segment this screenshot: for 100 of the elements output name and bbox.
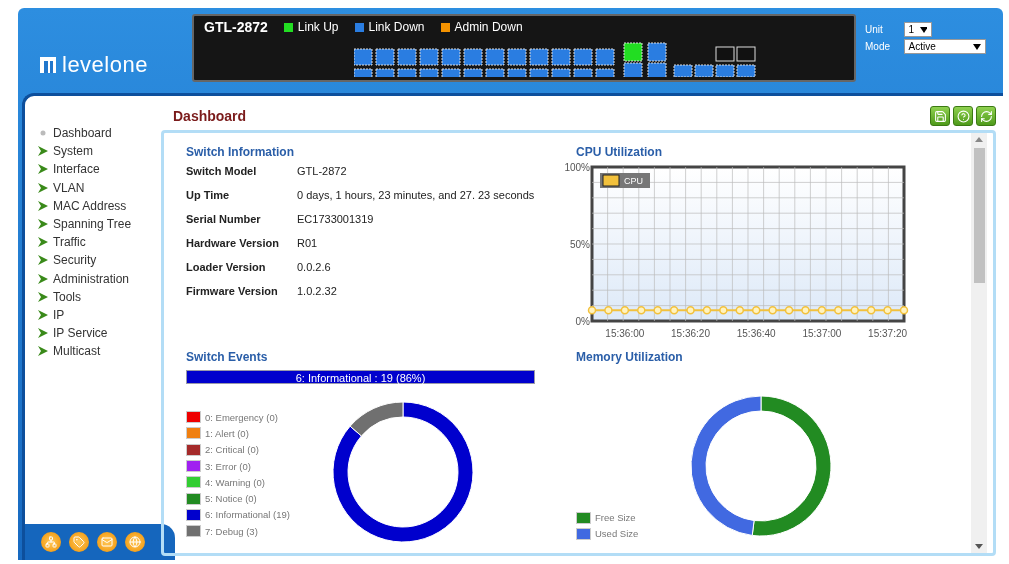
field-label: Hardware Version	[186, 237, 280, 251]
sitemap-icon	[45, 536, 57, 548]
port-icon[interactable]	[529, 48, 549, 66]
legend-label: Used Size	[576, 527, 704, 540]
nav-item[interactable]: Multicast	[37, 342, 161, 361]
port-icon[interactable]	[507, 48, 527, 66]
port-icon[interactable]	[463, 48, 483, 66]
port-icon[interactable]	[623, 42, 643, 62]
caret-icon	[972, 43, 981, 50]
port-icon[interactable]	[485, 68, 505, 77]
arrow-icon	[37, 146, 49, 157]
summary-bar: 6: Informational : 19 (86%)	[186, 370, 535, 384]
port-icon[interactable]	[715, 64, 735, 77]
unit-label: Unit	[865, 24, 884, 35]
rj45-port-icon[interactable]	[736, 46, 756, 62]
help-button[interactable]	[953, 106, 973, 126]
port-icon[interactable]	[623, 62, 643, 77]
port-icon[interactable]	[354, 48, 373, 66]
sitemap-button[interactable]	[41, 532, 61, 552]
data-point	[784, 305, 794, 315]
port-icon[interactable]	[595, 48, 615, 66]
port-icon[interactable]	[441, 68, 461, 77]
scroll-thumb[interactable]	[973, 148, 985, 283]
port-icon[interactable]	[573, 68, 593, 77]
globe-icon	[129, 536, 141, 548]
rj45-port-icon[interactable]	[715, 46, 735, 62]
nav-item[interactable]: MAC Address	[37, 196, 161, 215]
field-value: 0.0.2.6	[297, 261, 332, 275]
nav-label: Tools	[53, 289, 81, 304]
section-title: Memory Utilization	[576, 350, 684, 364]
nav-label: IP	[53, 307, 65, 322]
port-icon[interactable]	[375, 68, 395, 77]
save-button[interactable]	[930, 106, 950, 126]
port-icon[interactable]	[441, 48, 461, 66]
port-icon[interactable]	[595, 68, 615, 77]
field-label: Firmware Version	[186, 285, 279, 299]
mail-button[interactable]	[97, 532, 117, 552]
port-icon[interactable]	[397, 48, 417, 66]
nav-item[interactable]: Administration	[37, 269, 161, 288]
section-title: Switch Events	[186, 350, 269, 364]
refresh-button[interactable]	[976, 106, 996, 126]
legend-label: 5: Notice (0)	[186, 492, 331, 505]
unit-select[interactable]: 1	[903, 22, 932, 37]
port-icon[interactable]	[419, 68, 439, 77]
port-icon[interactable]	[736, 64, 756, 77]
port-icon[interactable]	[647, 62, 667, 77]
legend-label: 0: Emergency (0)	[186, 411, 331, 424]
data-point	[637, 305, 646, 315]
legend-label: 7: Debug (3)	[186, 525, 331, 538]
nav-item[interactable]: Tools	[37, 287, 161, 306]
field-label: Up Time	[186, 189, 231, 203]
port-icon[interactable]	[463, 68, 483, 77]
port-icon[interactable]	[507, 68, 527, 77]
globe-button[interactable]	[125, 532, 145, 552]
nav-item[interactable]: VLAN	[37, 178, 161, 197]
port-icon[interactable]	[694, 64, 714, 77]
nav-label: Administration	[53, 271, 130, 286]
port-icon[interactable]	[419, 48, 439, 66]
port-icon[interactable]	[647, 42, 667, 62]
nav-item[interactable]: IP	[37, 305, 161, 325]
nav-label: Multicast	[53, 344, 101, 359]
port-icon[interactable]	[529, 68, 549, 77]
port-icon[interactable]	[397, 68, 417, 77]
section-title: CPU Utilization	[576, 145, 663, 159]
refresh-icon	[979, 109, 993, 123]
field-label: Serial Number	[186, 213, 262, 227]
nav-item[interactable]: Spanning Tree	[37, 214, 161, 234]
nav-item[interactable]: Interface	[37, 160, 161, 179]
port-icon[interactable]	[485, 48, 505, 66]
nav-label: System	[53, 144, 93, 159]
nav-label: MAC Address	[53, 198, 127, 213]
save-icon	[933, 109, 947, 123]
port-icon[interactable]	[551, 48, 571, 66]
port-icon[interactable]	[673, 64, 693, 77]
model-name: GTL-2872	[204, 19, 268, 35]
nav-item[interactable]: Traffic	[37, 233, 161, 252]
port-icon[interactable]	[375, 48, 395, 66]
data-point	[686, 305, 695, 315]
data-point	[850, 305, 859, 315]
nav-item[interactable]: Security	[37, 251, 161, 270]
port-icon[interactable]	[573, 48, 593, 66]
tag-button[interactable]	[69, 532, 89, 552]
data-point	[801, 305, 810, 315]
mode-select[interactable]: Active	[903, 39, 986, 54]
port-icon[interactable]	[354, 68, 373, 77]
logo-icon	[40, 57, 56, 73]
legend-label: 3: Error (0)	[186, 459, 331, 473]
scrollbar[interactable]	[971, 133, 987, 553]
nav-item[interactable]: IP Service	[37, 324, 161, 343]
arrow-icon	[37, 346, 49, 357]
nav-item[interactable]: System	[37, 142, 161, 161]
arrow-icon	[37, 273, 49, 284]
nav-item[interactable]: Dashboard	[37, 124, 161, 143]
logo-text: levelone	[62, 52, 148, 78]
data-point	[866, 305, 876, 315]
data-point	[719, 305, 728, 315]
legend-label: 4: Warning (0)	[186, 476, 331, 489]
section-title: Switch Information	[186, 145, 295, 159]
port-icon[interactable]	[551, 68, 571, 77]
scroll-down-icon	[975, 544, 983, 549]
